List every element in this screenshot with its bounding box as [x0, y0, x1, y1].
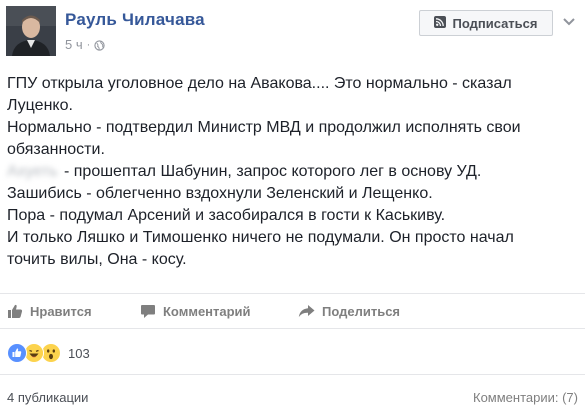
share-icon — [298, 304, 315, 318]
post-line: Нормально - подтвердил Министр МВД и про… — [7, 119, 521, 136]
reaction-icons[interactable] — [7, 343, 61, 363]
comment-button[interactable]: Комментарий — [140, 294, 251, 328]
globe-icon — [94, 39, 105, 51]
post-line: Зашибись - облегченно вздохнули Зеленски… — [7, 185, 433, 202]
facebook-post: Рауль Чилачава 5 ч · Подписаться ГПУ отк… — [0, 0, 585, 419]
reactions-summary: 103 — [7, 342, 90, 364]
author-name[interactable]: Рауль Чилачава — [65, 10, 205, 30]
chevron-down-icon — [563, 13, 575, 31]
avatar[interactable] — [6, 6, 56, 56]
thumbs-up-icon — [7, 303, 23, 319]
post-line: И только Ляшко и Тимошенко ничего не под… — [7, 229, 514, 246]
shares-count[interactable]: 4 публикации — [7, 390, 88, 405]
like-reaction-icon — [7, 343, 27, 363]
like-button[interactable]: Нравится — [7, 294, 92, 328]
comment-label: Комментарий — [163, 303, 251, 319]
action-bar: Нравится Комментарий Поделиться — [0, 293, 585, 329]
subscribe-button[interactable]: Подписаться — [419, 10, 553, 36]
like-label: Нравится — [30, 303, 92, 319]
reaction-count[interactable]: 103 — [68, 346, 90, 361]
redacted-word: Ахуеть — [7, 163, 58, 180]
post-line-redacted: Ахуеть - прошептал Шабунин, запрос котор… — [7, 161, 577, 183]
timestamp[interactable]: 5 ч — [65, 37, 83, 52]
subscribe-label: Подписаться — [452, 15, 538, 31]
post-meta: 5 ч · — [65, 37, 105, 52]
share-label: Поделиться — [322, 303, 401, 319]
comments-count[interactable]: Комментарии: (7) — [473, 390, 578, 405]
post-line: - прошептал Шабунин, запрос которого лег… — [63, 163, 482, 180]
meta-separator: · — [86, 38, 91, 51]
post-line: Луценко. — [7, 97, 73, 114]
post-line: Пора - подумал Арсений и засобирался в г… — [7, 207, 446, 224]
share-button[interactable]: Поделиться — [298, 294, 400, 328]
divider — [0, 374, 585, 375]
post-line: точить вилы, Она - косу. — [7, 251, 187, 268]
rss-icon — [434, 15, 447, 31]
post-menu-button[interactable] — [561, 14, 577, 30]
wow-reaction-icon — [41, 343, 61, 363]
comment-icon — [140, 303, 156, 319]
haha-reaction-icon — [24, 343, 44, 363]
post-line: ГПУ открыла уголовное дело на Авакова...… — [7, 75, 512, 92]
post-line: обязанности. — [7, 141, 105, 158]
post-text: ГПУ открыла уголовное дело на Авакова...… — [7, 73, 577, 271]
